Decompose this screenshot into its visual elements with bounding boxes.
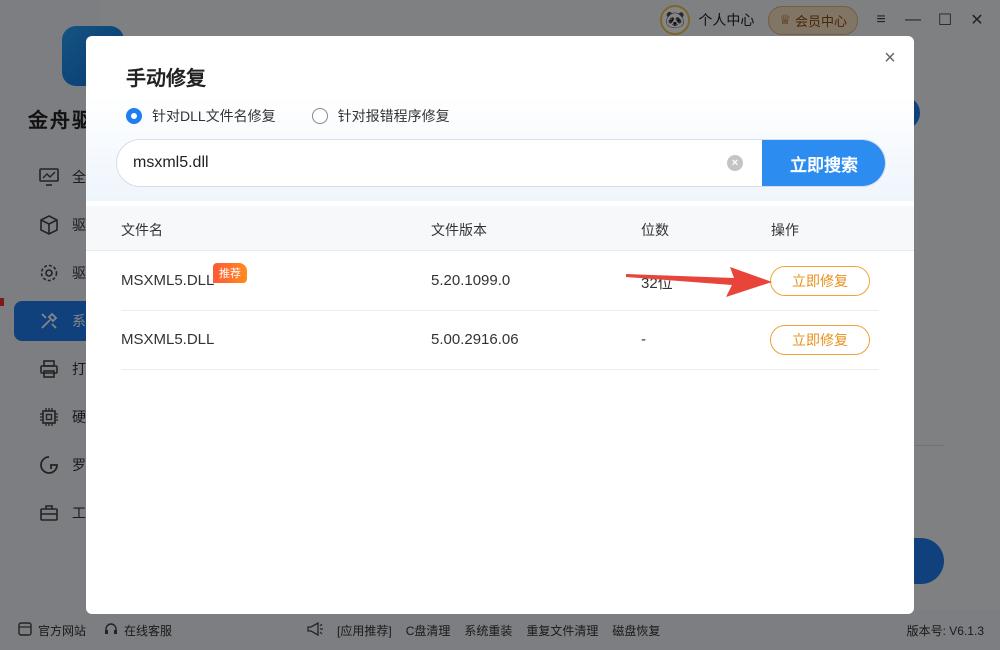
radio-checked-icon xyxy=(126,108,142,124)
search-zone: 针对DLL文件名修复 针对报错程序修复 × 立即搜索 xyxy=(86,96,914,201)
file-name-cell: MSXML5.DLL xyxy=(121,331,215,348)
close-icon[interactable]: × xyxy=(880,48,900,68)
file-name-cell: MSXML5.DLL xyxy=(121,272,215,289)
column-header-version: 文件版本 xyxy=(431,222,487,238)
repair-now-button[interactable]: 立即修复 xyxy=(770,325,870,355)
search-box: × 立即搜索 xyxy=(116,139,886,187)
recommend-badge: 推荐 xyxy=(213,263,247,283)
radio-dll-name[interactable]: 针对DLL文件名修复 xyxy=(126,106,276,126)
manual-repair-dialog: 手动修复 × 针对DLL文件名修复 针对报错程序修复 × 立即搜索 文件名 文件… xyxy=(86,36,914,614)
repair-mode-radios: 针对DLL文件名修复 针对报错程序修复 xyxy=(126,106,450,126)
search-input[interactable] xyxy=(133,140,713,186)
radio-unchecked-icon xyxy=(311,108,328,124)
bits-cell: - xyxy=(641,331,646,348)
column-header-action: 操作 xyxy=(771,222,799,238)
column-header-filename: 文件名 xyxy=(121,222,163,238)
table-row: MSXML5.DLL 5.00.2916.06 - 立即修复 xyxy=(121,311,879,370)
radio-label: 针对DLL文件名修复 xyxy=(152,108,276,124)
column-header-bits: 位数 xyxy=(641,222,669,238)
repair-now-button[interactable]: 立即修复 xyxy=(770,266,870,296)
clear-icon[interactable]: × xyxy=(727,155,743,171)
red-arrow-icon xyxy=(626,267,772,297)
file-version-cell: 5.00.2916.06 xyxy=(431,331,519,348)
radio-error-program[interactable]: 针对报错程序修复 xyxy=(311,106,450,126)
search-button[interactable]: 立即搜索 xyxy=(762,140,885,186)
table-header: 文件名 文件版本 位数 操作 xyxy=(86,206,914,251)
radio-label: 针对报错程序修复 xyxy=(337,108,450,124)
file-version-cell: 5.20.1099.0 xyxy=(431,272,511,289)
dialog-title: 手动修复 xyxy=(126,68,206,90)
